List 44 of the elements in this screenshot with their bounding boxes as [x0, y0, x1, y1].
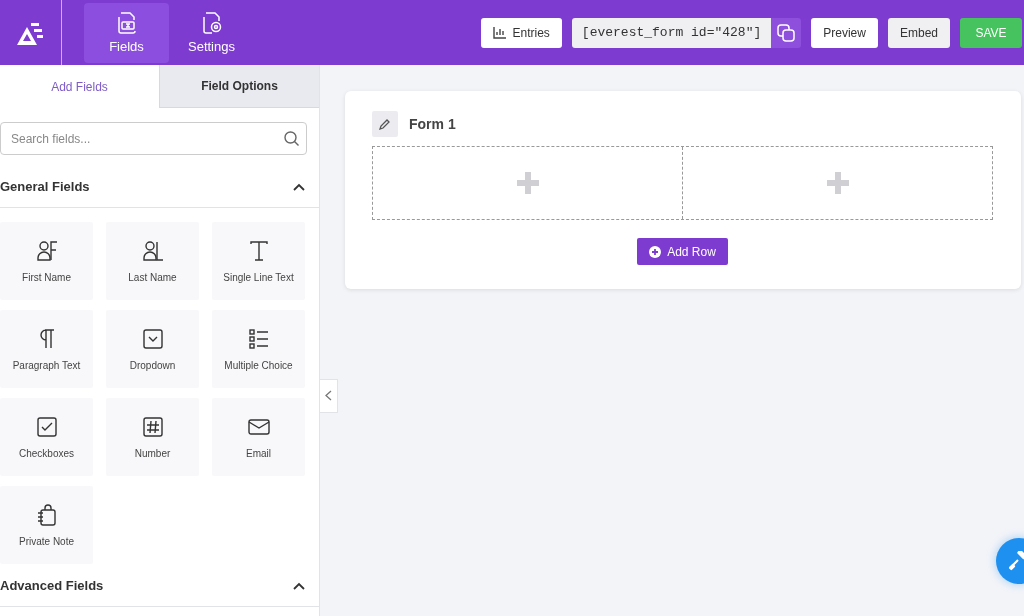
collapse-handle[interactable]: [320, 378, 338, 413]
dropdown-icon: [141, 327, 164, 350]
plus-circle-icon: [649, 245, 662, 258]
copy-icon: [777, 23, 796, 42]
field-tile[interactable]: Private Note: [0, 486, 93, 564]
sidebar-tab[interactable]: Field Options: [159, 65, 319, 108]
form-title: Form 1: [409, 116, 456, 132]
chevron-left-icon: [325, 390, 332, 401]
first-name-icon: [35, 239, 58, 262]
preview-button[interactable]: Preview: [811, 17, 878, 48]
search-icon: [284, 131, 299, 146]
plus-icon: [826, 172, 849, 194]
copy-button[interactable]: [771, 17, 802, 48]
paint-roller-icon: [1009, 551, 1024, 571]
section-title: Advanced Fields: [0, 578, 104, 593]
edit-title-button[interactable]: [372, 111, 398, 137]
field-tile[interactable]: First Name: [0, 222, 93, 300]
choice-icon: [247, 327, 270, 350]
bar-chart-icon: [493, 26, 507, 39]
embed-button[interactable]: Embed: [887, 17, 950, 48]
shortcode-text: [everest_form id="428"]: [571, 17, 772, 48]
field-tile[interactable]: Multiple Choice: [212, 310, 305, 388]
header-tab[interactable]: Fields: [84, 2, 169, 63]
pencil-icon: [379, 118, 391, 130]
plus-icon: [516, 172, 539, 194]
chevron-icon[interactable]: [293, 581, 305, 590]
note-icon: [35, 503, 58, 526]
checkbox-icon: [35, 415, 58, 438]
add-row-button[interactable]: Add Row: [637, 238, 728, 265]
field-tile[interactable]: Dropdown: [106, 310, 199, 388]
section-title: General Fields: [0, 179, 90, 194]
field-tile[interactable]: Single Line Text: [212, 222, 305, 300]
last-name-icon: [141, 239, 164, 262]
field-tile[interactable]: Email: [212, 398, 305, 476]
text-icon: [247, 239, 270, 262]
number-icon: [141, 415, 164, 438]
field-tile[interactable]: Checkboxes: [0, 398, 93, 476]
field-tile[interactable]: Paragraph Text: [0, 310, 93, 388]
field-tile[interactable]: Number: [106, 398, 199, 476]
field-tile[interactable]: Last Name: [106, 222, 199, 300]
header-tab[interactable]: Settings: [169, 2, 254, 63]
entries-button[interactable]: Entries: [481, 17, 562, 48]
search-field[interactable]: Search fields...: [0, 122, 307, 155]
chevron-icon[interactable]: [293, 182, 305, 191]
